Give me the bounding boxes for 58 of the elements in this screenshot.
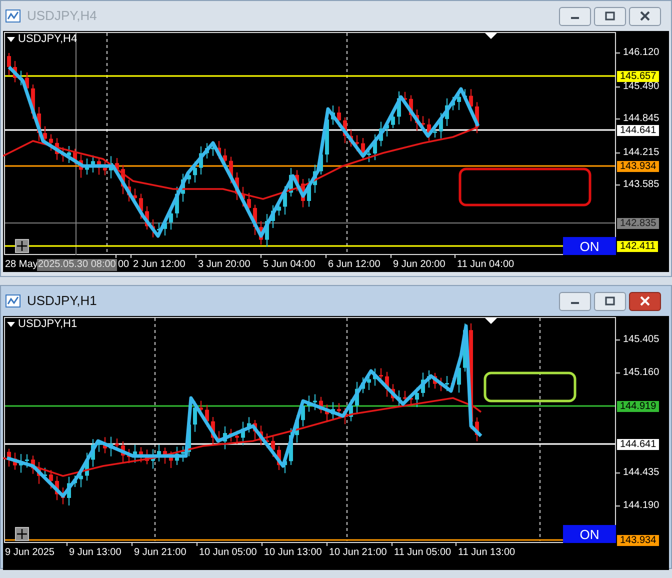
restore-icon xyxy=(604,296,616,306)
time-axis-label: 5 Jun 04:00 xyxy=(263,260,316,270)
minimize-button[interactable] xyxy=(559,292,591,310)
price-axis-label: 144.215 xyxy=(623,148,660,158)
on-button[interactable]: ON xyxy=(563,525,616,543)
window-title: USDJPY,H1 xyxy=(27,292,97,310)
time-axis-label: 9 Jun 2025 xyxy=(5,548,54,558)
price-line-label: 144.641 xyxy=(617,125,660,136)
symbol-label: USDJPY,H4 xyxy=(18,34,78,45)
minimize-button[interactable] xyxy=(559,6,591,26)
price-axis-label: 145.160 xyxy=(623,368,660,378)
time-axis-label: 00 xyxy=(118,260,130,270)
dropdown-triangle-icon[interactable] xyxy=(7,322,15,328)
chart-window-icon xyxy=(5,8,21,24)
price-axis-label: 144.845 xyxy=(623,114,660,124)
shift-marker-icon xyxy=(485,318,497,324)
time-axis-label: 2 Jun 12:00 xyxy=(133,260,186,270)
close-button[interactable] xyxy=(629,6,661,26)
price-line-label: 142.835 xyxy=(617,218,660,229)
dropdown-triangle-icon[interactable] xyxy=(7,36,15,42)
time-axis-label: 10 Jun 05:00 xyxy=(199,548,257,558)
restore-icon xyxy=(604,11,616,21)
price-axis-label: 143.585 xyxy=(623,180,660,190)
window-title: USDJPY,H4 xyxy=(27,7,97,26)
restore-button[interactable] xyxy=(594,292,626,310)
time-axis-label: 9 Jun 20:00 xyxy=(393,260,446,270)
chart-window-icon xyxy=(5,293,21,309)
time-axis-label: 10 Jun 13:00 xyxy=(264,548,322,558)
crosshair-icon xyxy=(15,527,29,541)
restore-button[interactable] xyxy=(594,6,626,26)
time-axis-label: 10 Jun 21:00 xyxy=(329,548,387,558)
price-line-label: 143.934 xyxy=(617,161,660,172)
shift-marker-icon xyxy=(485,33,497,39)
crosshair-time-label: 2025.05.30 08:00 xyxy=(37,259,117,271)
price-axis-label: 145.405 xyxy=(623,335,660,345)
time-axis-label: 11 Jun 04:00 xyxy=(457,260,514,270)
price-line-label: 144.641 xyxy=(617,439,660,450)
price-axis-label: 144.190 xyxy=(623,501,660,511)
time-axis-label: 11 Jun 05:00 xyxy=(394,548,452,558)
close-icon xyxy=(639,11,651,21)
price-axis-label: 145.490 xyxy=(623,82,660,92)
price-axis-label: 144.435 xyxy=(623,468,660,478)
close-button[interactable] xyxy=(629,292,661,310)
price-axis-label: 146.120 xyxy=(623,48,660,58)
price-line-label: 144.919 xyxy=(617,401,660,412)
time-axis-label: 28 May xyxy=(5,260,38,270)
crosshair-icon xyxy=(15,239,29,253)
time-axis-label: 3 Jun 20:00 xyxy=(198,260,250,270)
time-axis-label: 9 Jun 13:00 xyxy=(69,548,122,558)
close-icon xyxy=(639,296,651,306)
price-line-label: 145.657 xyxy=(617,71,660,82)
symbol-label: USDJPY,H1 xyxy=(18,319,78,330)
time-axis-label: 11 Jun 13:00 xyxy=(458,548,516,558)
time-axis-label: 9 Jun 21:00 xyxy=(134,548,186,558)
time-axis-label: 6 Jun 12:00 xyxy=(328,260,380,270)
price-line-label: 142.411 xyxy=(617,241,658,252)
on-button[interactable]: ON xyxy=(563,237,616,255)
price-line-label: 143.934 xyxy=(617,535,660,546)
